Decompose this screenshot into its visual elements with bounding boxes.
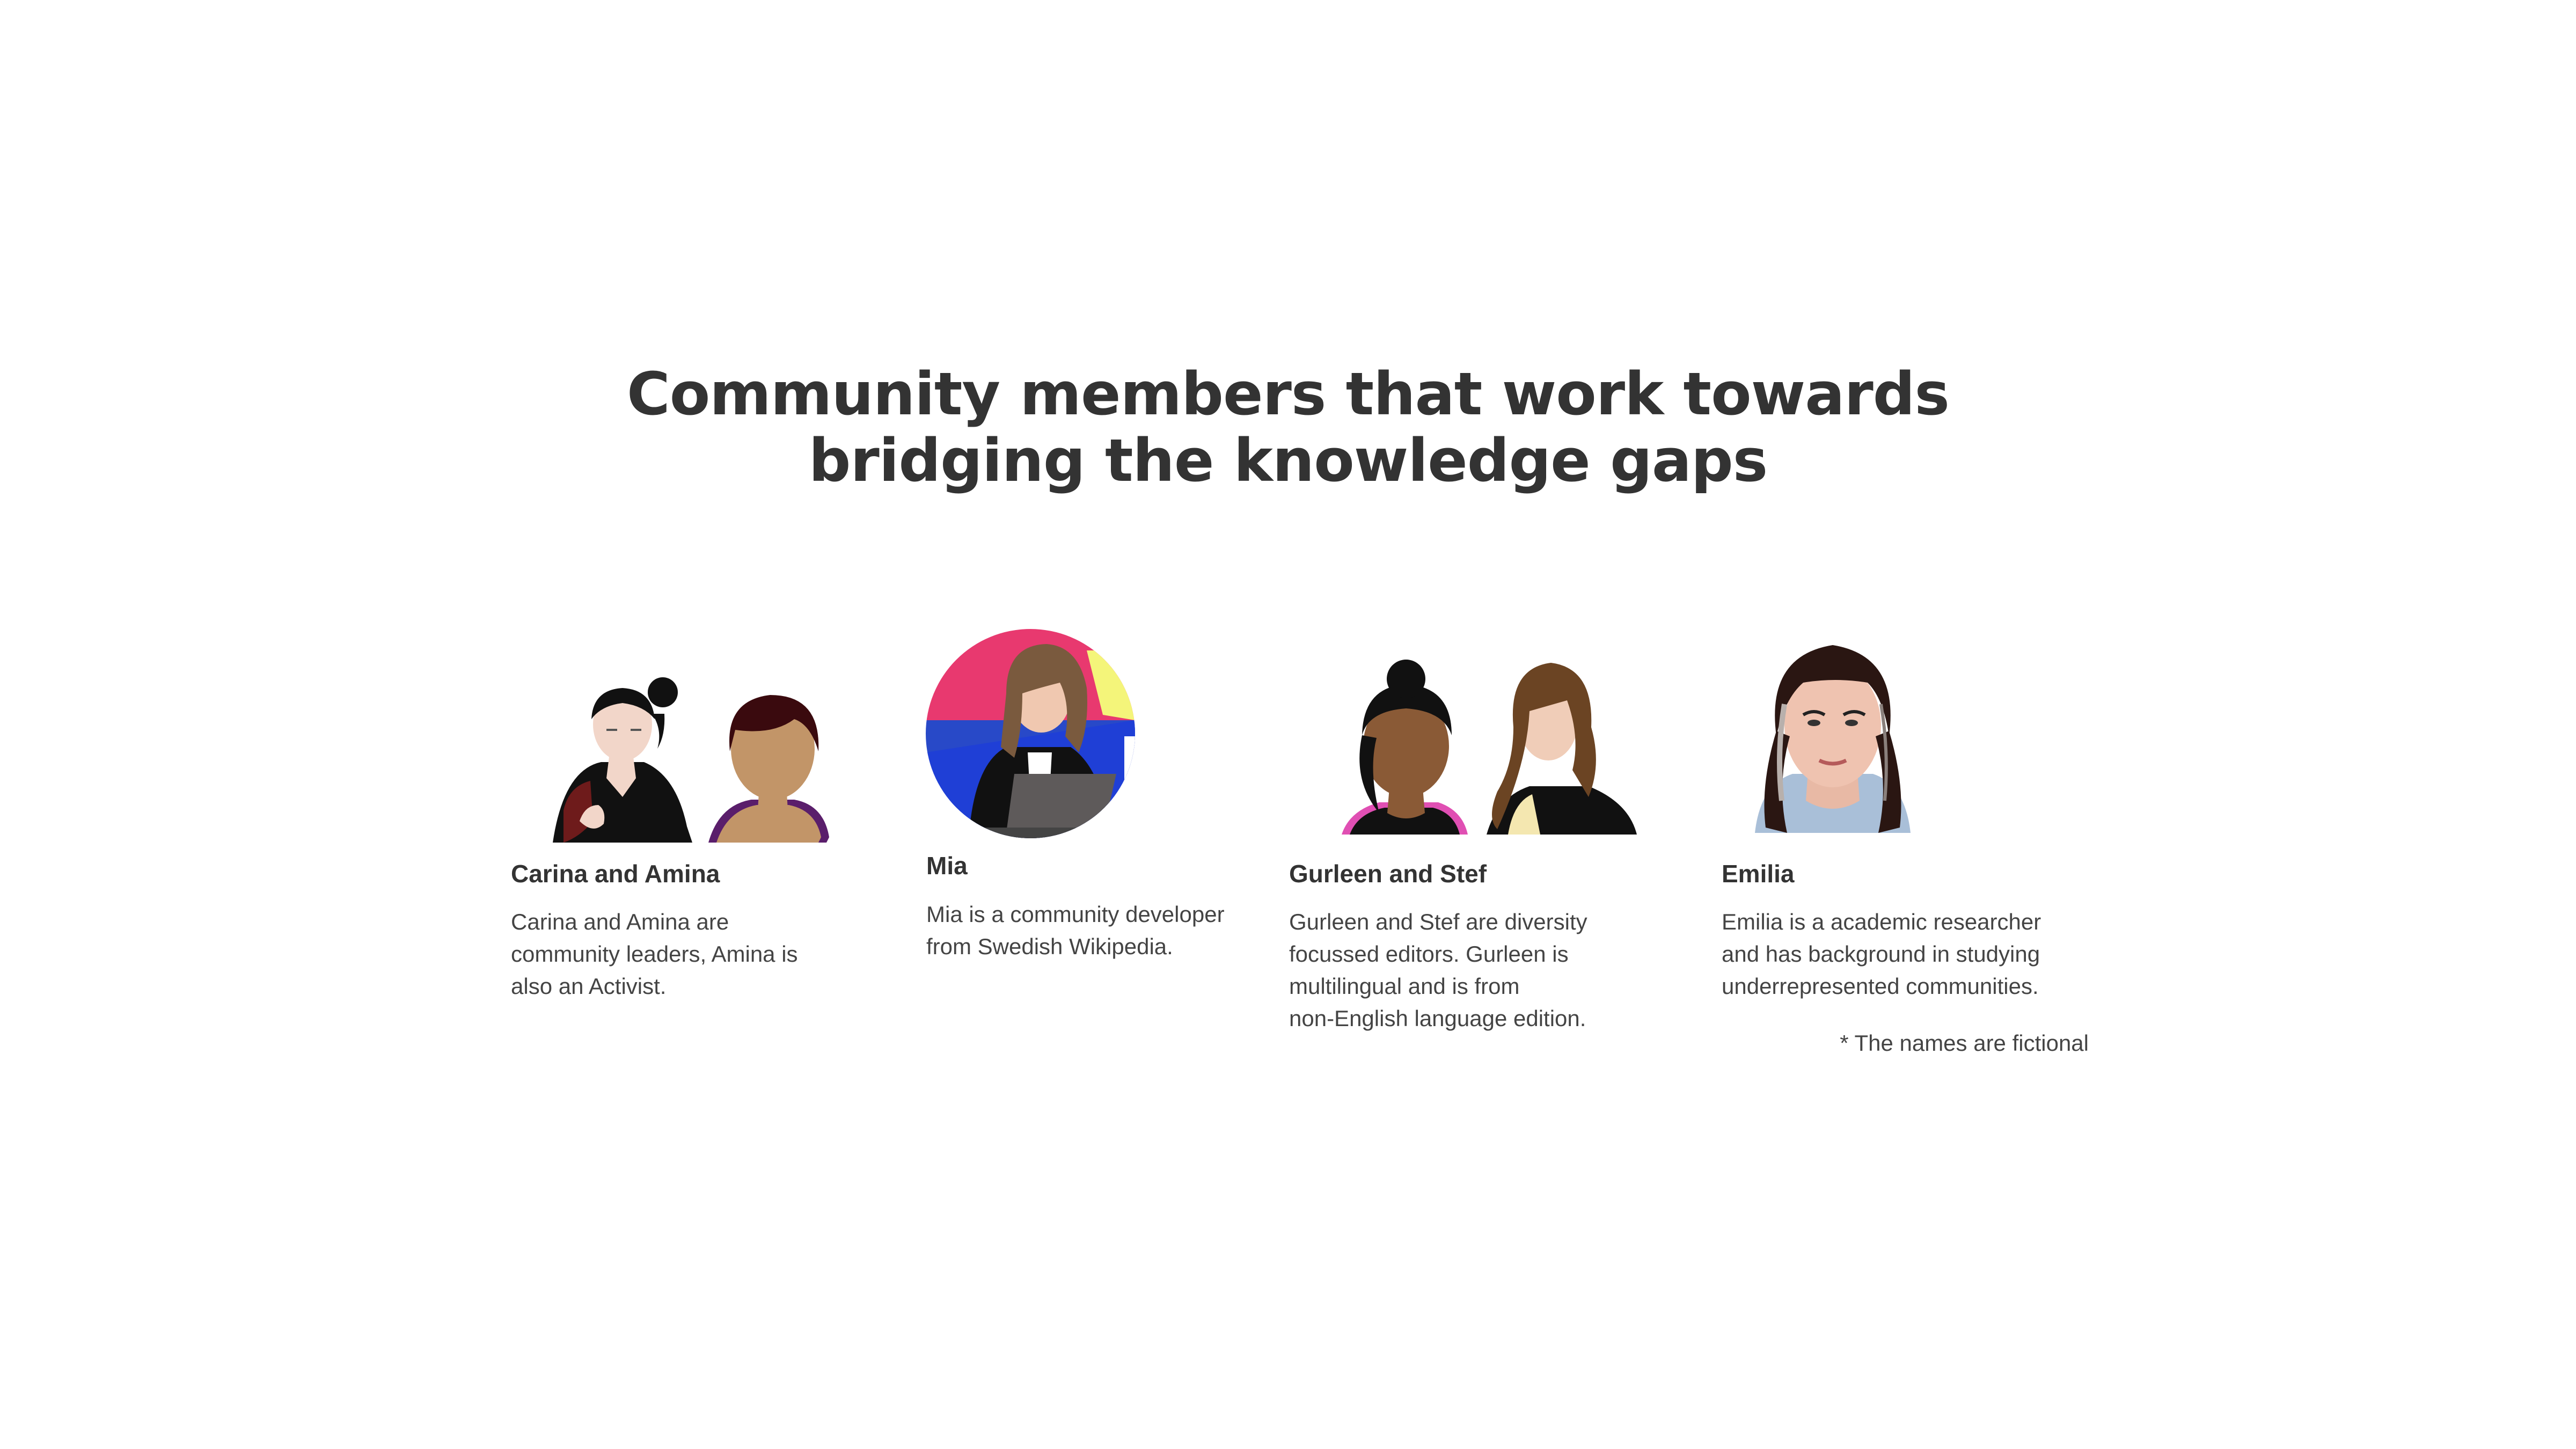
member-description-line: underrepresented communities. bbox=[1722, 974, 2039, 999]
member-name: Mia bbox=[926, 852, 968, 880]
footnote: * The names are fictional bbox=[1840, 1030, 2089, 1056]
member-description: Emilia is a academic researcher and has … bbox=[1722, 906, 2054, 1002]
member-description-line: non-English language edition. bbox=[1289, 1006, 1586, 1031]
page-title-line-1: Community members that work towards bbox=[626, 360, 1950, 428]
member-description-line: from Swedish Wikipedia. bbox=[926, 934, 1173, 959]
slide: Community members that work towards brid… bbox=[0, 0, 2576, 1449]
page-title: Community members that work towards brid… bbox=[0, 361, 2576, 494]
member-description-line: Carina and Amina are bbox=[511, 909, 729, 934]
carina-and-amina-illustration bbox=[553, 677, 829, 843]
member-description: Mia is a community developer from Swedis… bbox=[926, 898, 1259, 963]
member-description-line: community leaders, Amina is bbox=[511, 941, 798, 967]
member-description-line: Gurleen and Stef are diversity bbox=[1289, 909, 1587, 934]
carina-figure bbox=[553, 677, 692, 843]
member-description-line: focussed editors. Gurleen is bbox=[1289, 941, 1569, 967]
mia-illustration bbox=[926, 629, 1135, 838]
stef-figure bbox=[1487, 663, 1637, 835]
member-name: Gurleen and Stef bbox=[1289, 860, 1487, 888]
member-description-line: Mia is a community developer bbox=[926, 902, 1225, 927]
member-name: Emilia bbox=[1722, 860, 1795, 888]
gurleen-figure bbox=[1342, 660, 1468, 835]
member-description-line: Emilia is a academic researcher bbox=[1722, 909, 2041, 934]
member-description: Carina and Amina are community leaders, … bbox=[511, 906, 844, 1002]
member-description: Gurleen and Stef are diversity focussed … bbox=[1289, 906, 1622, 1035]
gurleen-and-stef-illustration bbox=[1342, 660, 1637, 835]
amina-figure bbox=[708, 695, 829, 843]
member-description-line: and has background in studying bbox=[1722, 941, 2040, 967]
emilia-illustration bbox=[1755, 645, 1911, 833]
member-description-line: also an Activist. bbox=[511, 974, 667, 999]
page-title-line-2: bridging the knowledge gaps bbox=[808, 426, 1768, 495]
member-name: Carina and Amina bbox=[511, 860, 720, 888]
member-description-line: multilingual and is from bbox=[1289, 974, 1520, 999]
